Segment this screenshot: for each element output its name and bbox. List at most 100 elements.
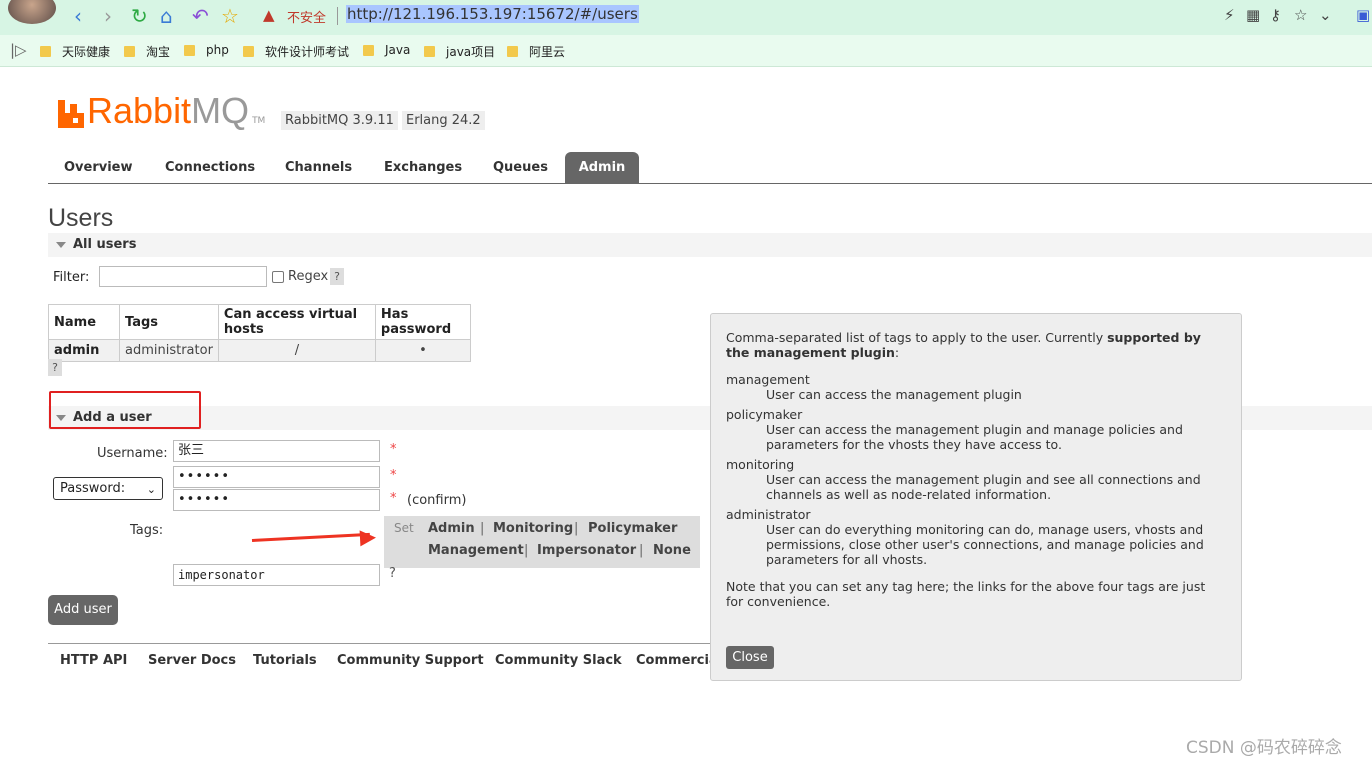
bookmark-item[interactable]: java项目 [424,43,495,60]
rabbitmq-version: RabbitMQ 3.9.11 [281,111,398,130]
grid-icon[interactable]: ▦ [1246,6,1260,24]
tab-admin[interactable]: Admin [565,152,639,184]
warning-icon: ▲ [263,6,275,24]
footer-divider [48,643,712,644]
rabbitmq-logo[interactable]: RabbitMQ TM [58,93,265,129]
tag-link-admin[interactable]: Admin [428,521,475,536]
folder-icon [40,46,51,57]
bookmark-item[interactable]: 天际健康 [40,43,110,60]
all-users-section-header[interactable]: All users [48,233,1372,257]
add-user-button[interactable]: Add user [48,595,118,625]
username-label: Username: [97,446,168,461]
footer-link-community-slack[interactable]: Community Slack [495,653,622,668]
tag-link-impersonator[interactable]: Impersonator [537,543,636,558]
footer-link-http-api[interactable]: HTTP API [60,653,127,668]
user-vhosts-cell: / [217,339,376,362]
tag-link-none[interactable]: None [653,543,691,558]
password-input[interactable]: •••••• [173,466,380,488]
annotation-arrow-head [359,529,377,547]
tab-overview[interactable]: Overview [64,160,133,175]
bookmark-item[interactable]: 阿里云 [507,43,565,60]
undo-icon[interactable]: ↶ [192,4,209,28]
popup-tag-desc: User can do everything monitoring can do… [766,522,1204,567]
tags-help-button[interactable]: ? [389,566,396,581]
popup-tag-name: monitoring [726,457,795,472]
footer-link-commercial[interactable]: Commercia [636,653,718,668]
password-confirm-input[interactable]: •••••• [173,489,380,511]
tags-label: Tags: [130,523,164,538]
tab-connections[interactable]: Connections [165,160,255,175]
column-header: Name [48,304,120,340]
rabbitmq-logo-icon [58,100,84,128]
forward-icon[interactable]: › [104,4,112,28]
bookmark-item[interactable]: 淘宝 [124,43,170,60]
chevron-down-icon[interactable]: ⌄ [1319,6,1332,24]
popup-tag-name: management [726,372,810,387]
bookmark-item[interactable]: php [184,43,229,57]
bookmark-star-icon[interactable]: ☆ [1294,6,1307,24]
user-tags-cell: administrator [119,339,219,362]
column-header: Can access virtual hosts [217,304,376,340]
regex-label: Regex [288,269,329,284]
tag-link-management[interactable]: Management [428,543,524,558]
watermark: CSDN @码农碎碎念 [1186,738,1342,758]
url-separator [337,7,338,25]
folder-icon [243,46,254,57]
page-title: Users [48,204,114,232]
star-icon[interactable]: ☆ [221,4,239,28]
footer-link-server-docs[interactable]: Server Docs [148,653,236,668]
tab-exchanges[interactable]: Exchanges [384,160,462,175]
folder-icon [124,46,135,57]
required-mark: * [390,442,397,457]
password-type-select[interactable]: Password: ⌄ [53,477,163,500]
footer-link-community-support[interactable]: Community Support [337,653,484,668]
popup-tag-desc: User can access the management plugin an… [766,422,1183,452]
table-help-button[interactable]: ? [48,359,62,376]
lightning-icon[interactable]: ⚡ [1224,6,1235,24]
tags-input[interactable]: impersonator [173,564,380,586]
bookmark-item[interactable]: Java [363,43,410,57]
bookmarks-bar: |▷ 天际健康 淘宝 php 软件设计师考试 Java java项目 阿里云 [0,35,1372,67]
annotation-arrow [251,532,370,542]
tab-queues[interactable]: Queues [493,160,548,175]
table-header-row: Name Tags Can access virtual hosts Has p… [48,304,471,340]
popup-tag-desc: User can access the management plugin [766,387,1022,402]
profile-avatar[interactable] [8,0,56,24]
popup-tag-name: policymaker [726,407,803,422]
main-tabs: Overview Connections Channels Exchanges … [48,152,1372,184]
tab-channels[interactable]: Channels [285,160,352,175]
user-has-password-cell: • [374,339,471,362]
popup-note: Note that you can set any tag here; the … [726,579,1206,609]
filter-input[interactable] [99,266,267,287]
close-button[interactable]: Close [726,646,774,669]
column-header: Tags [119,304,219,340]
bookmark-item[interactable]: 软件设计师考试 [243,43,349,60]
required-mark: * [390,491,397,506]
regex-checkbox[interactable] [272,271,284,283]
key-icon[interactable]: ⚷ [1270,6,1281,24]
sidebar-toggle-icon[interactable]: |▷ [10,41,27,59]
extension-icon[interactable]: ▣ [1356,6,1370,24]
home-icon[interactable]: ⌂ [160,4,173,28]
confirm-label: (confirm) [407,493,467,508]
reload-icon[interactable]: ↻ [131,4,148,28]
filter-label: Filter: [53,270,90,285]
table-row[interactable]: admin administrator / • [48,339,471,362]
tags-help-popup: Comma-separated list of tags to apply to… [710,313,1242,681]
back-icon[interactable]: ‹ [74,4,82,28]
column-header: Has password [374,304,471,340]
tags-set-label: Set [394,521,414,535]
popup-tag-desc: User can access the management plugin an… [766,472,1201,502]
insecure-label: 不安全 [287,11,327,26]
tag-link-monitoring[interactable]: Monitoring [493,521,573,536]
tag-link-policymaker[interactable]: Policymaker [588,521,677,536]
users-table: Name Tags Can access virtual hosts Has p… [48,304,471,362]
tag-shortcuts-box: Set Admin | Monitoring | Policymaker Man… [384,516,700,568]
required-mark: * [390,468,397,483]
chevron-down-icon: ⌄ [146,483,156,496]
filter-help-button[interactable]: ? [330,268,344,285]
footer-link-tutorials[interactable]: Tutorials [253,653,317,668]
address-bar[interactable]: http://121.196.153.197:15672/#/users [346,5,639,23]
folder-icon [184,44,195,56]
username-input[interactable]: 张三 [173,440,380,462]
